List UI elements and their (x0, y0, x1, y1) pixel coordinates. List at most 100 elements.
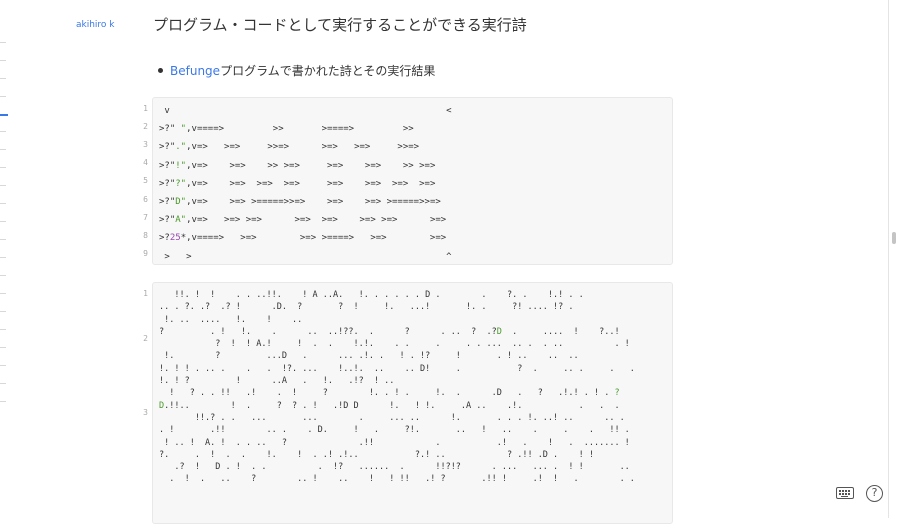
code-token: !. .. .... !. ! .. (159, 314, 303, 325)
code-block-output: !!. ! ! . . ..!!. ! A ..A. !. . . . . . … (152, 282, 673, 524)
line-number: 5 (143, 176, 148, 185)
keyboard-icon[interactable] (836, 487, 854, 499)
outline-tick[interactable] (0, 203, 6, 204)
outline-tick[interactable] (0, 293, 6, 294)
code-token: ? ! ! A.! ! . . !.!. . . . . . ... .. . … (159, 339, 630, 350)
code-token: ! .. ! A. ! . . .. ? .!! . .! . ! . ....… (159, 437, 630, 448)
line-number: 3 (143, 408, 148, 417)
line-number: 8 (143, 231, 148, 240)
code-token: ?" (175, 178, 187, 189)
code-token: ,v=> >=> >=====>>=> >=> >=> >=====>>=> (186, 197, 441, 208)
bullet-dot (158, 68, 163, 73)
code-token: >?" (159, 215, 176, 226)
outline-tick[interactable] (0, 114, 8, 116)
code-line: >?"A",v=> >=> >=> >=> >=> >=> >=> >=> (159, 211, 452, 229)
page-title: プログラム・コードとして実行することができる実行詩 (153, 16, 527, 34)
outline-tick[interactable] (0, 401, 6, 402)
author-link[interactable]: akihiro k (76, 20, 115, 30)
code-token: ,v=> >=> >=> >=> >=> >=> >=> >=> (186, 215, 447, 226)
code-token: .!!.. ! . ? ? . ! .!D D !. ! !. .A .. .!… (164, 400, 620, 411)
code-token: ? . ! !. . .. ..!??. . ? . .. ? .? (159, 326, 497, 337)
outline-tick[interactable] (0, 383, 6, 384)
code-line: !. ! ! . .. . . . !?. ... !..!. .. .. D!… (159, 363, 635, 375)
line-number: 6 (143, 195, 148, 204)
outline-tick[interactable] (0, 131, 6, 132)
code-token: >? (159, 233, 170, 244)
code-output: !!. ! ! . . ..!!. ! A ..A. !. . . . . . … (159, 289, 635, 486)
line-number: 2 (143, 334, 148, 343)
code-token: ! ? . . !! .! . ! ? !. . ! . !. . .D . ?… (159, 388, 615, 399)
outline-tick[interactable] (0, 257, 6, 258)
code-line: ! .. ! A. ! . . .. ? .!! . .! . ! . ....… (159, 437, 635, 449)
code-token: ." (175, 142, 187, 153)
code-line: >?" ",v====> >> >====> >> (159, 120, 452, 138)
code-token: A" (175, 215, 187, 226)
code-token: ?. . ! . . !. ! . .! .!.. ?.! .. ? .!! .… (159, 449, 594, 460)
code-block-source: v < >?" ",v====> >> >====> >> >?".",v=> >=… (152, 97, 673, 265)
code-token: .? ! D . ! . . . !? ...... . !!?!? . ...… (159, 462, 630, 473)
outline-tick[interactable] (0, 275, 6, 276)
code-line: >?"!",v=> >=> >> >=> >=> >=> >> >=> (159, 157, 452, 175)
outline-tick[interactable] (0, 96, 6, 97)
code-line: !!.? . . ... ... . ... .. !. . . . !. ..… (159, 412, 635, 424)
outline-tick[interactable] (0, 78, 6, 79)
code-token: !!. ! ! . . ..!!. ! A ..A. !. . . . . . … (159, 290, 584, 300)
outline-tick[interactable] (0, 239, 6, 240)
code-token: !!.? . . ... ... . ... .. !. . . . !. ..… (159, 412, 625, 423)
code-token: ,v=> >=> >=> >=> >=> >=> >=> >=> (186, 178, 436, 189)
scrollbar-thumb[interactable] (892, 232, 896, 244)
code-line: >?25*,v====> >=> >=> >====> >=> >=> (159, 229, 452, 247)
befunge-link[interactable]: Befunge (170, 64, 220, 78)
outline-tick[interactable] (0, 347, 6, 348)
outline-tick[interactable] (0, 185, 6, 186)
code-token: . .... ! ?..! (501, 326, 620, 337)
outline-tick[interactable] (0, 365, 6, 366)
code-token: ,v=> >=> >> >=> >=> >=> >> >=> (186, 160, 436, 171)
line-number: 3 (143, 140, 148, 149)
code-token: v < (159, 106, 452, 116)
code-token: 25 (169, 233, 181, 244)
line-number: 1 (143, 104, 148, 113)
code-token: >?" (159, 178, 176, 189)
line-number: 7 (143, 213, 148, 222)
code-token: > > ^ (159, 251, 452, 262)
outline-tick[interactable] (0, 60, 6, 61)
code-token: >?" (159, 142, 176, 153)
code-token: !. ? ...D . ... .!. . ! . !? ! . ! .. ..… (159, 351, 579, 362)
code-token: ? (614, 388, 620, 399)
outline-tick[interactable] (0, 329, 6, 330)
code-line: ? ! ! A.! ! . . !.!. . . . . . ... .. . … (159, 338, 635, 350)
outline-tick[interactable] (0, 42, 6, 43)
help-icon[interactable]: ? (866, 485, 883, 502)
line-number: 1 (143, 289, 148, 298)
outline-tick[interactable] (0, 149, 6, 150)
code-token: >?" (159, 197, 176, 208)
code-line: >?"D",v=> >=> >=====>>=> >=> >=> >=====>… (159, 193, 452, 211)
code-token: !. ! ! . .. . . . !?. ... !..!. .. .. D!… (159, 363, 635, 374)
code-token: D" (175, 197, 187, 208)
code-line: .? ! D . ! . . . !? ...... . !!?!? . ...… (159, 461, 635, 473)
code-line: . ! . .. ? .. ! .. ! ! !! .! ? .!! ! .! … (159, 473, 635, 485)
outline-tick[interactable] (0, 221, 6, 222)
code-token: . ! . .. ? .. ! .. ! ! !! .! ? .!! ! .! … (159, 474, 635, 485)
code-token: !. ! ? ! ..A . !. .!? ! .. (159, 376, 395, 387)
line-number: 9 (143, 249, 148, 258)
code-source: v < >?" ",v====> >> >====> >> >?".",v=> >=… (159, 102, 452, 264)
outline-gutter[interactable] (0, 0, 10, 518)
outline-tick[interactable] (0, 311, 6, 312)
code-line: !!. ! ! . . ..!!. ! A ..A. !. . . . . . … (159, 289, 635, 301)
code-line: ? . ! !. . .. ..!??. . ? . .. ? .?D . ..… (159, 326, 635, 338)
line-number: 2 (143, 122, 148, 131)
code-token: . ! .!! .. . . D. ! . ?!. .. ! .. . . . … (159, 425, 630, 436)
code-line: ?. . ! . . !. ! . .! .!.. ?.! .. ? .!! .… (159, 449, 635, 461)
code-token: ,v====> >> >====> >> (186, 124, 414, 135)
code-line: !. ! ? ! ..A . !. .!? ! .. (159, 375, 635, 387)
scrollbar-track[interactable] (888, 0, 889, 518)
code-line: >?"?",v=> >=> >=> >=> >=> >=> >=> >=> (159, 175, 452, 193)
code-token: >?" (159, 160, 176, 171)
code-line: ! ? . . !! .! . ! ? !. . ! . !. . .D . ?… (159, 387, 635, 399)
bullet-text: プログラムで書かれた詩とその実行結果 (220, 64, 436, 78)
code-line: >?".",v=> >=> >>=> >=> >=> >>=> (159, 138, 452, 156)
code-line: D.!!.. ! . ? ? . ! .!D D !. ! !. .A .. .… (159, 400, 635, 412)
outline-tick[interactable] (0, 167, 6, 168)
